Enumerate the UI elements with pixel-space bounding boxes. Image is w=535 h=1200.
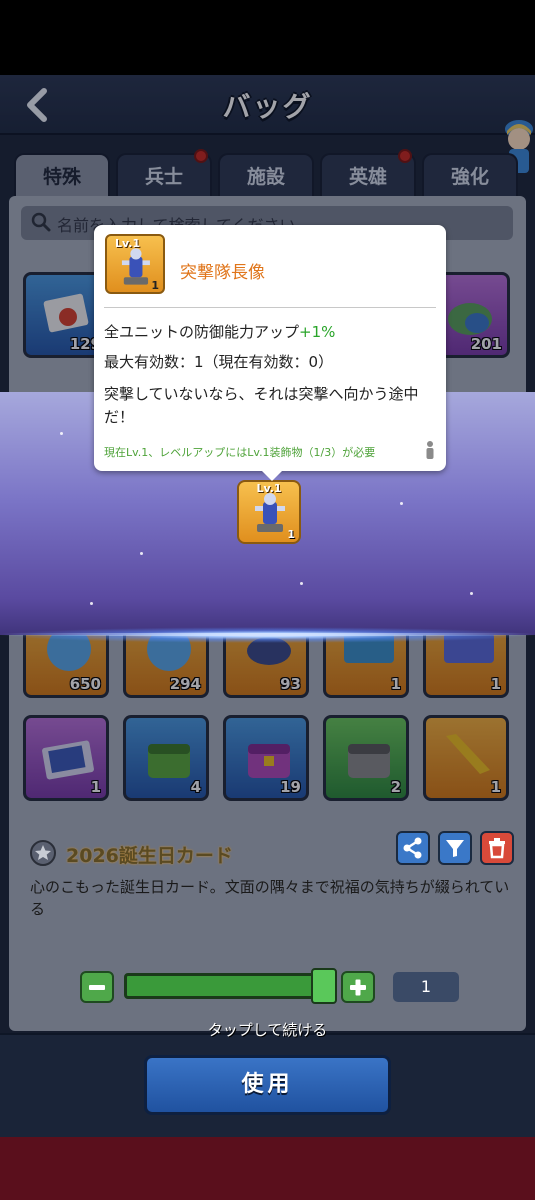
share-icon — [403, 837, 422, 859]
info-icon[interactable] — [422, 440, 438, 460]
plus-icon — [350, 979, 366, 996]
light-line — [0, 633, 535, 636]
decrease-button[interactable] — [80, 971, 114, 1003]
system-bottom-strip — [0, 1137, 535, 1200]
selected-item-name: 2026誕生日カード — [66, 845, 233, 867]
tooltip-item-name: 突撃隊長像 — [180, 263, 265, 283]
reward-item-icon[interactable]: Lv.1 1 — [237, 480, 301, 544]
share-button[interactable] — [396, 831, 430, 865]
reward-count: 1 — [287, 528, 295, 541]
filter-icon — [446, 840, 464, 857]
game-screen: バッグ 特殊 兵士 施設 英雄 強化 名前を入力して検索してください 1 — [0, 75, 535, 1137]
delete-button[interactable] — [480, 831, 514, 865]
item-tooltip: Lv.1 1 突撃隊長像 全ユニットの防御能力アップ+1% 最大有効数：1（現在… — [94, 225, 446, 481]
sparkle — [60, 432, 63, 435]
selected-item-description: 心のこもった誕生日カード。文面の隅々まで祝福の気持ちが綴られている — [30, 878, 510, 918]
sparkle — [470, 592, 473, 595]
quantity-field[interactable]: 1 — [393, 972, 459, 1002]
trash-icon — [489, 838, 505, 859]
sparkle — [90, 602, 93, 605]
increase-button[interactable] — [341, 971, 375, 1003]
star-medal-icon — [30, 840, 56, 866]
divider — [104, 307, 436, 308]
tooltip-count: 1 — [151, 279, 159, 292]
sparkle — [400, 502, 403, 505]
tooltip-level-requirement: 現在Lv.1、レベルアップにはLv.1装飾物（1/3）が必要 — [104, 446, 376, 459]
filter-button[interactable] — [438, 831, 472, 865]
effect-value: +1% — [299, 323, 336, 341]
use-button[interactable]: 使用 — [144, 1055, 391, 1115]
effect-text: 全ユニットの防御能力アップ — [104, 323, 300, 341]
slider-handle[interactable] — [311, 968, 337, 1004]
quantity-slider[interactable] — [124, 973, 336, 999]
tooltip-limit: 最大有効数：1（現在有効数：0） — [104, 353, 334, 371]
sparkle — [300, 582, 303, 585]
tooltip-item-icon: Lv.1 1 — [105, 234, 165, 294]
tap-to-continue-hint: タップして続ける — [207, 1021, 328, 1039]
sparkle — [140, 552, 143, 555]
status-bar — [0, 0, 535, 75]
tooltip-effect: 全ユニットの防御能力アップ+1% — [104, 321, 335, 343]
tooltip-description: 突撃していないなら、それは突撃へ向かう途中だ！ — [104, 385, 419, 426]
minus-icon — [89, 985, 105, 990]
